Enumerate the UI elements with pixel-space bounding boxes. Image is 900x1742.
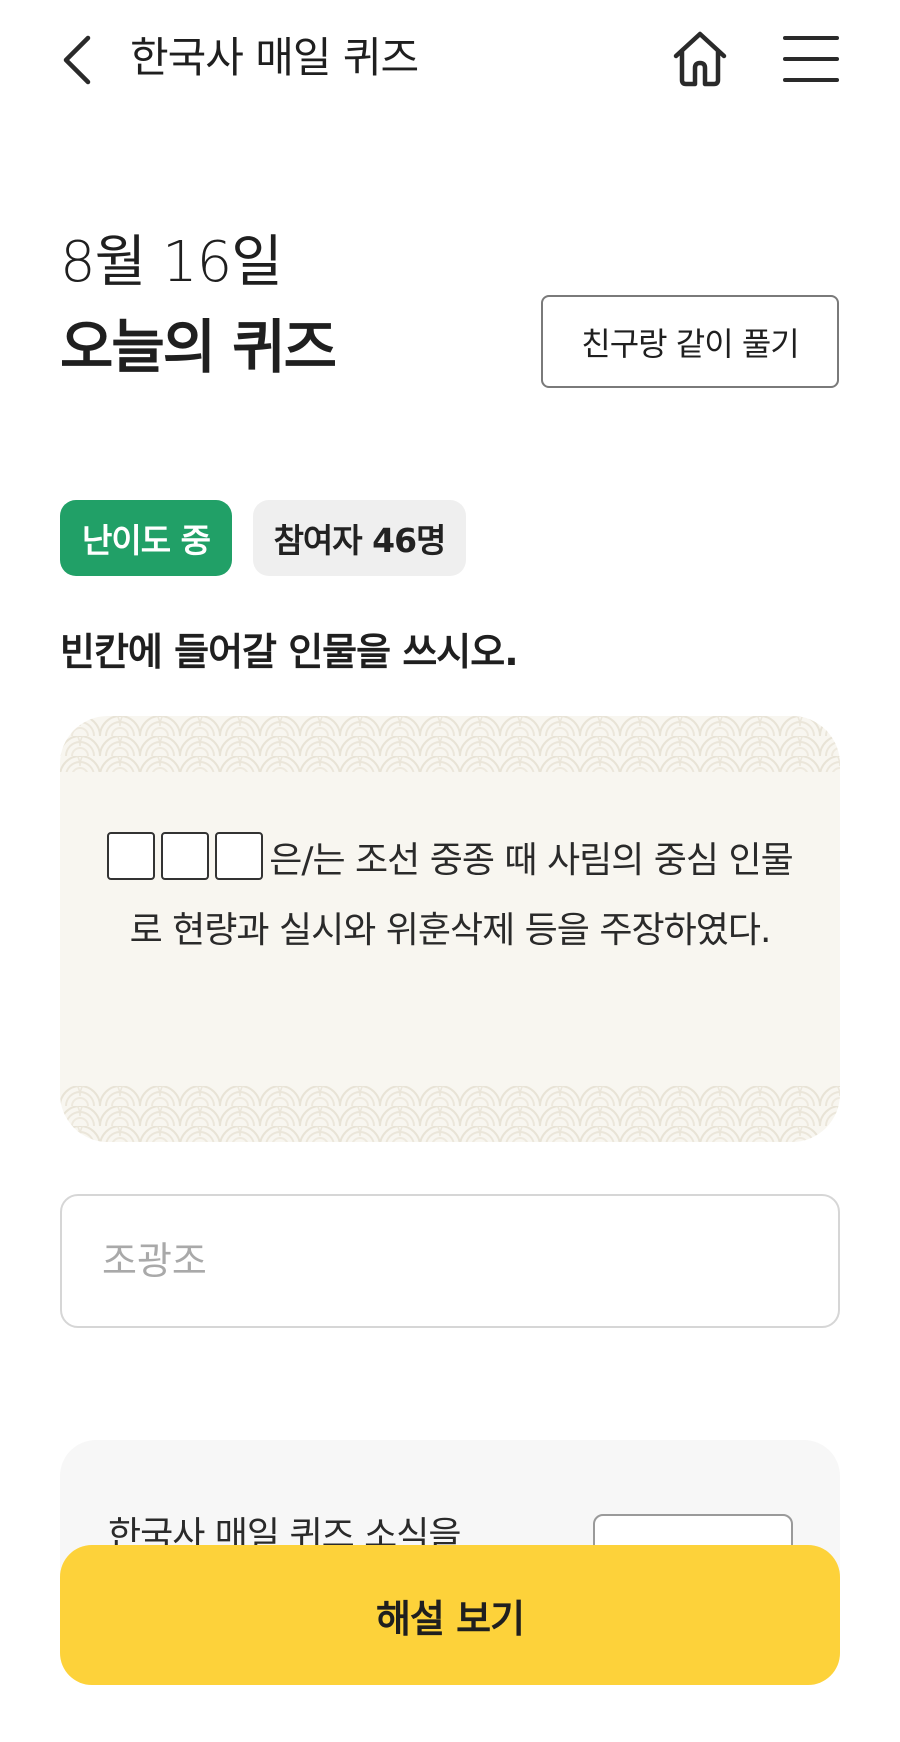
view-explanation-button[interactable]: 해설 보기 <box>60 1545 840 1685</box>
participants-badge: 참여자 46명 <box>253 500 466 576</box>
wave-pattern-bottom <box>60 1086 840 1142</box>
hamburger-menu-icon <box>783 36 839 82</box>
blank-box <box>161 832 210 880</box>
quiz-card: 은/는 조선 중종 때 사림의 중심 인물로 현량과 실시와 위훈삭제 등을 주… <box>60 716 840 1142</box>
difficulty-badge: 난이도 중 <box>60 500 232 576</box>
answer-input[interactable] <box>60 1194 840 1328</box>
wave-pattern-top <box>60 716 840 772</box>
blank-box <box>107 832 156 880</box>
blank-box <box>215 832 264 880</box>
quiz-passage: 은/는 조선 중종 때 사림의 중심 인물로 현량과 실시와 위훈삭제 등을 주… <box>100 826 800 966</box>
chevron-left-icon <box>63 35 91 85</box>
back-button[interactable] <box>56 30 100 90</box>
app-header: 한국사 매일 퀴즈 <box>0 0 900 120</box>
home-button[interactable] <box>668 26 732 90</box>
quiz-date: 8월 16일 <box>60 230 283 295</box>
app-title: 한국사 매일 퀴즈 <box>130 33 419 82</box>
page-title: 오늘의 퀴즈 <box>60 313 337 381</box>
question-text: 빈칸에 들어갈 인물을 쓰시오. <box>60 630 519 674</box>
home-icon <box>673 31 727 87</box>
solve-with-friend-button[interactable]: 친구랑 같이 풀기 <box>541 295 839 388</box>
menu-button[interactable] <box>782 30 840 88</box>
